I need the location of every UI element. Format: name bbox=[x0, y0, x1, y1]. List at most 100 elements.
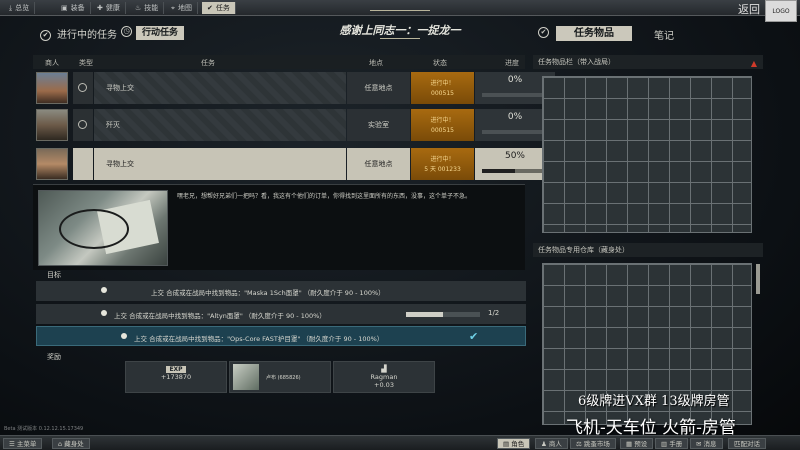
quest-status: 进行中！ 5 天 001233 bbox=[411, 148, 474, 180]
quest-row[interactable]: 歼灭 实验室 进行中！ 000515 0% bbox=[33, 107, 555, 143]
checkmark-icon: ✔ bbox=[40, 29, 51, 41]
goal-text: 上交 合成或在战局中找到物品："Ops-Core FAST护目罩" （耐久度介于… bbox=[134, 335, 384, 343]
messages-button[interactable]: ✉ 消息 bbox=[690, 438, 723, 449]
col-location: 地点 bbox=[369, 59, 383, 67]
button-label: 跳蚤市场 bbox=[583, 440, 610, 448]
tab-gear[interactable]: ▣ 装备 bbox=[56, 2, 91, 14]
bullet-icon bbox=[121, 333, 127, 339]
download-icon: ⤓ bbox=[9, 4, 13, 12]
map-pin-icon: ⌖ bbox=[171, 4, 175, 12]
col-progress: 进度 bbox=[505, 59, 519, 67]
button-label: 藏身处 bbox=[64, 440, 84, 448]
goal-count: 1/2 bbox=[488, 309, 500, 317]
quest-location: 任意地点 bbox=[347, 72, 410, 104]
button-label: 手册 bbox=[669, 440, 683, 448]
quest-image bbox=[38, 190, 168, 266]
status-timer: 000515 bbox=[431, 127, 454, 134]
quest-description: 嘿老兄，想帮好兄弟们一把吗？看，我这有个他们的订单，你得找到这里面所有的东西，没… bbox=[177, 193, 472, 200]
checkmark-icon: ✔ bbox=[469, 330, 479, 343]
status-text: 进行中！ bbox=[430, 117, 455, 124]
title-ornament-bottom bbox=[380, 38, 420, 39]
checkmark-icon: ✔ bbox=[538, 27, 549, 38]
flea-market-button[interactable]: ⚖ 跳蚤市场 bbox=[570, 438, 616, 449]
quest-row-selected[interactable]: 寻物上交 任意地点 进行中！ 5 天 001233 50% bbox=[33, 146, 555, 182]
notes-tab[interactable]: 笔记 bbox=[654, 27, 674, 42]
quest-location: 实验室 bbox=[347, 109, 410, 141]
trader-portrait bbox=[36, 72, 68, 104]
goal-text: 上交 合成或在战局中找到物品："Altyn面罩" （耐久度介于 90 - 100… bbox=[114, 312, 326, 320]
matchmaking-button[interactable]: 匹配对话 bbox=[728, 438, 766, 449]
quest-detail: 嘿老兄，想帮好兄弟们一把吗？看，我这有个他们的订单，你得找到这里面所有的东西，没… bbox=[33, 184, 525, 270]
progress-fill bbox=[482, 169, 515, 173]
trader-portrait bbox=[36, 148, 68, 180]
quest-items-panel-title: 任务物品栏（带入战局） ▲ bbox=[533, 55, 763, 69]
quest-table-header: 商人 类型 任务 地点 状态 进度 bbox=[33, 55, 525, 69]
goals-label: 目标 bbox=[47, 271, 61, 279]
goal-item[interactable]: 上交 合成或在战局中找到物品："Maska 1Sch面罩" （耐久度介于 90 … bbox=[36, 281, 526, 301]
goal-progress-bar bbox=[406, 312, 480, 317]
item-icon bbox=[233, 364, 259, 390]
exp-icon: EXP bbox=[166, 366, 186, 373]
presets-button[interactable]: ▦ 预设 bbox=[620, 438, 654, 449]
reward-item[interactable]: 卢布 (685826) bbox=[229, 361, 331, 393]
quest-items-grid[interactable] bbox=[542, 76, 752, 233]
col-status: 状态 bbox=[433, 59, 447, 67]
bullet-icon bbox=[101, 310, 107, 316]
reward-trader-name: Ragman bbox=[370, 373, 398, 381]
tab-tasks[interactable]: ✔ 任务 bbox=[202, 2, 236, 14]
reward-trader-value: +0.03 bbox=[374, 381, 394, 389]
character-icon: ▤ bbox=[503, 440, 512, 448]
reputation-icon: ▟ bbox=[381, 365, 387, 373]
goal-item-selected[interactable]: 上交 合成或在战局中找到物品："Ops-Core FAST护目罩" （耐久度介于… bbox=[36, 326, 526, 346]
status-timer: 000515 bbox=[431, 90, 454, 97]
alert-icon: ▲ bbox=[750, 59, 757, 68]
quest-image-cable bbox=[59, 209, 129, 249]
menu-icon: ☰ bbox=[9, 440, 17, 448]
tab-health[interactable]: ✚ 健康 bbox=[92, 2, 126, 14]
channel-logo: LOGO bbox=[765, 0, 797, 22]
active-tasks-button[interactable]: 行动任务 bbox=[136, 26, 184, 40]
gear-icon: ▣ bbox=[61, 4, 68, 12]
main-menu-button[interactable]: ☰ 主菜单 bbox=[3, 438, 43, 449]
stash-panel-title: 任务物品专用仓库（藏身处） bbox=[533, 243, 763, 257]
market-icon: ⚖ bbox=[576, 440, 584, 448]
traders-button[interactable]: ♟ 商人 bbox=[535, 438, 568, 449]
tab-overview[interactable]: ⤓ 总览 bbox=[4, 2, 36, 14]
quest-name: 寻物上交 bbox=[94, 72, 346, 104]
character-button[interactable]: ▤ 角色 bbox=[497, 438, 531, 449]
handbook-button[interactable]: ▥ 手册 bbox=[655, 438, 689, 449]
quest-row[interactable]: 寻物上交 任意地点 进行中！ 000515 0% bbox=[33, 70, 555, 106]
stream-overlay-line1: 6级牌进VX群 13级牌房管 bbox=[578, 394, 730, 409]
panel-title-text: 任务物品栏（带入战局） bbox=[538, 58, 615, 66]
quest-title: 感谢上同志一：一捉龙一 bbox=[339, 24, 461, 37]
button-label: 商人 bbox=[548, 440, 562, 448]
col-task: 任务 bbox=[201, 59, 215, 67]
handbook-icon: ▥ bbox=[661, 440, 670, 448]
button-label: 主菜单 bbox=[16, 440, 37, 448]
goal-item[interactable]: 上交 合成或在战局中找到物品："Altyn面罩" （耐久度介于 90 - 100… bbox=[36, 304, 526, 324]
health-icon: ✚ bbox=[97, 4, 103, 12]
col-type: 类型 bbox=[79, 59, 93, 67]
progress-bar bbox=[482, 93, 548, 97]
quest-status: 进行中！ 000515 bbox=[411, 72, 474, 104]
tab-skills[interactable]: ♨ 技能 bbox=[130, 2, 165, 14]
clock-icon: ◷ bbox=[121, 26, 132, 37]
clock-icon bbox=[78, 83, 87, 92]
traders-icon: ♟ bbox=[541, 440, 549, 448]
stash-scrollbar[interactable] bbox=[756, 264, 760, 294]
quest-type-cell bbox=[73, 72, 93, 104]
quest-type-cell bbox=[73, 109, 93, 141]
back-button[interactable]: 返回 bbox=[738, 1, 760, 17]
clock-icon bbox=[78, 120, 87, 129]
col-trader: 商人 bbox=[45, 59, 59, 67]
quest-status: 进行中！ 000515 bbox=[411, 109, 474, 141]
quest-name: 寻物上交 bbox=[94, 148, 346, 180]
hideout-button[interactable]: ⌂ 藏身处 bbox=[52, 438, 90, 449]
button-label: 匹配对话 bbox=[734, 440, 760, 448]
in-progress-filter[interactable]: ✔ 进行中的任务 bbox=[40, 26, 117, 41]
tab-map[interactable]: ⌖ 地图 bbox=[166, 2, 198, 14]
messages-icon: ✉ bbox=[696, 440, 704, 448]
quest-items-button[interactable]: 任务物品 bbox=[556, 26, 632, 41]
checkmark-icon: ✔ bbox=[207, 4, 213, 12]
button-label: 角色 bbox=[511, 440, 525, 448]
